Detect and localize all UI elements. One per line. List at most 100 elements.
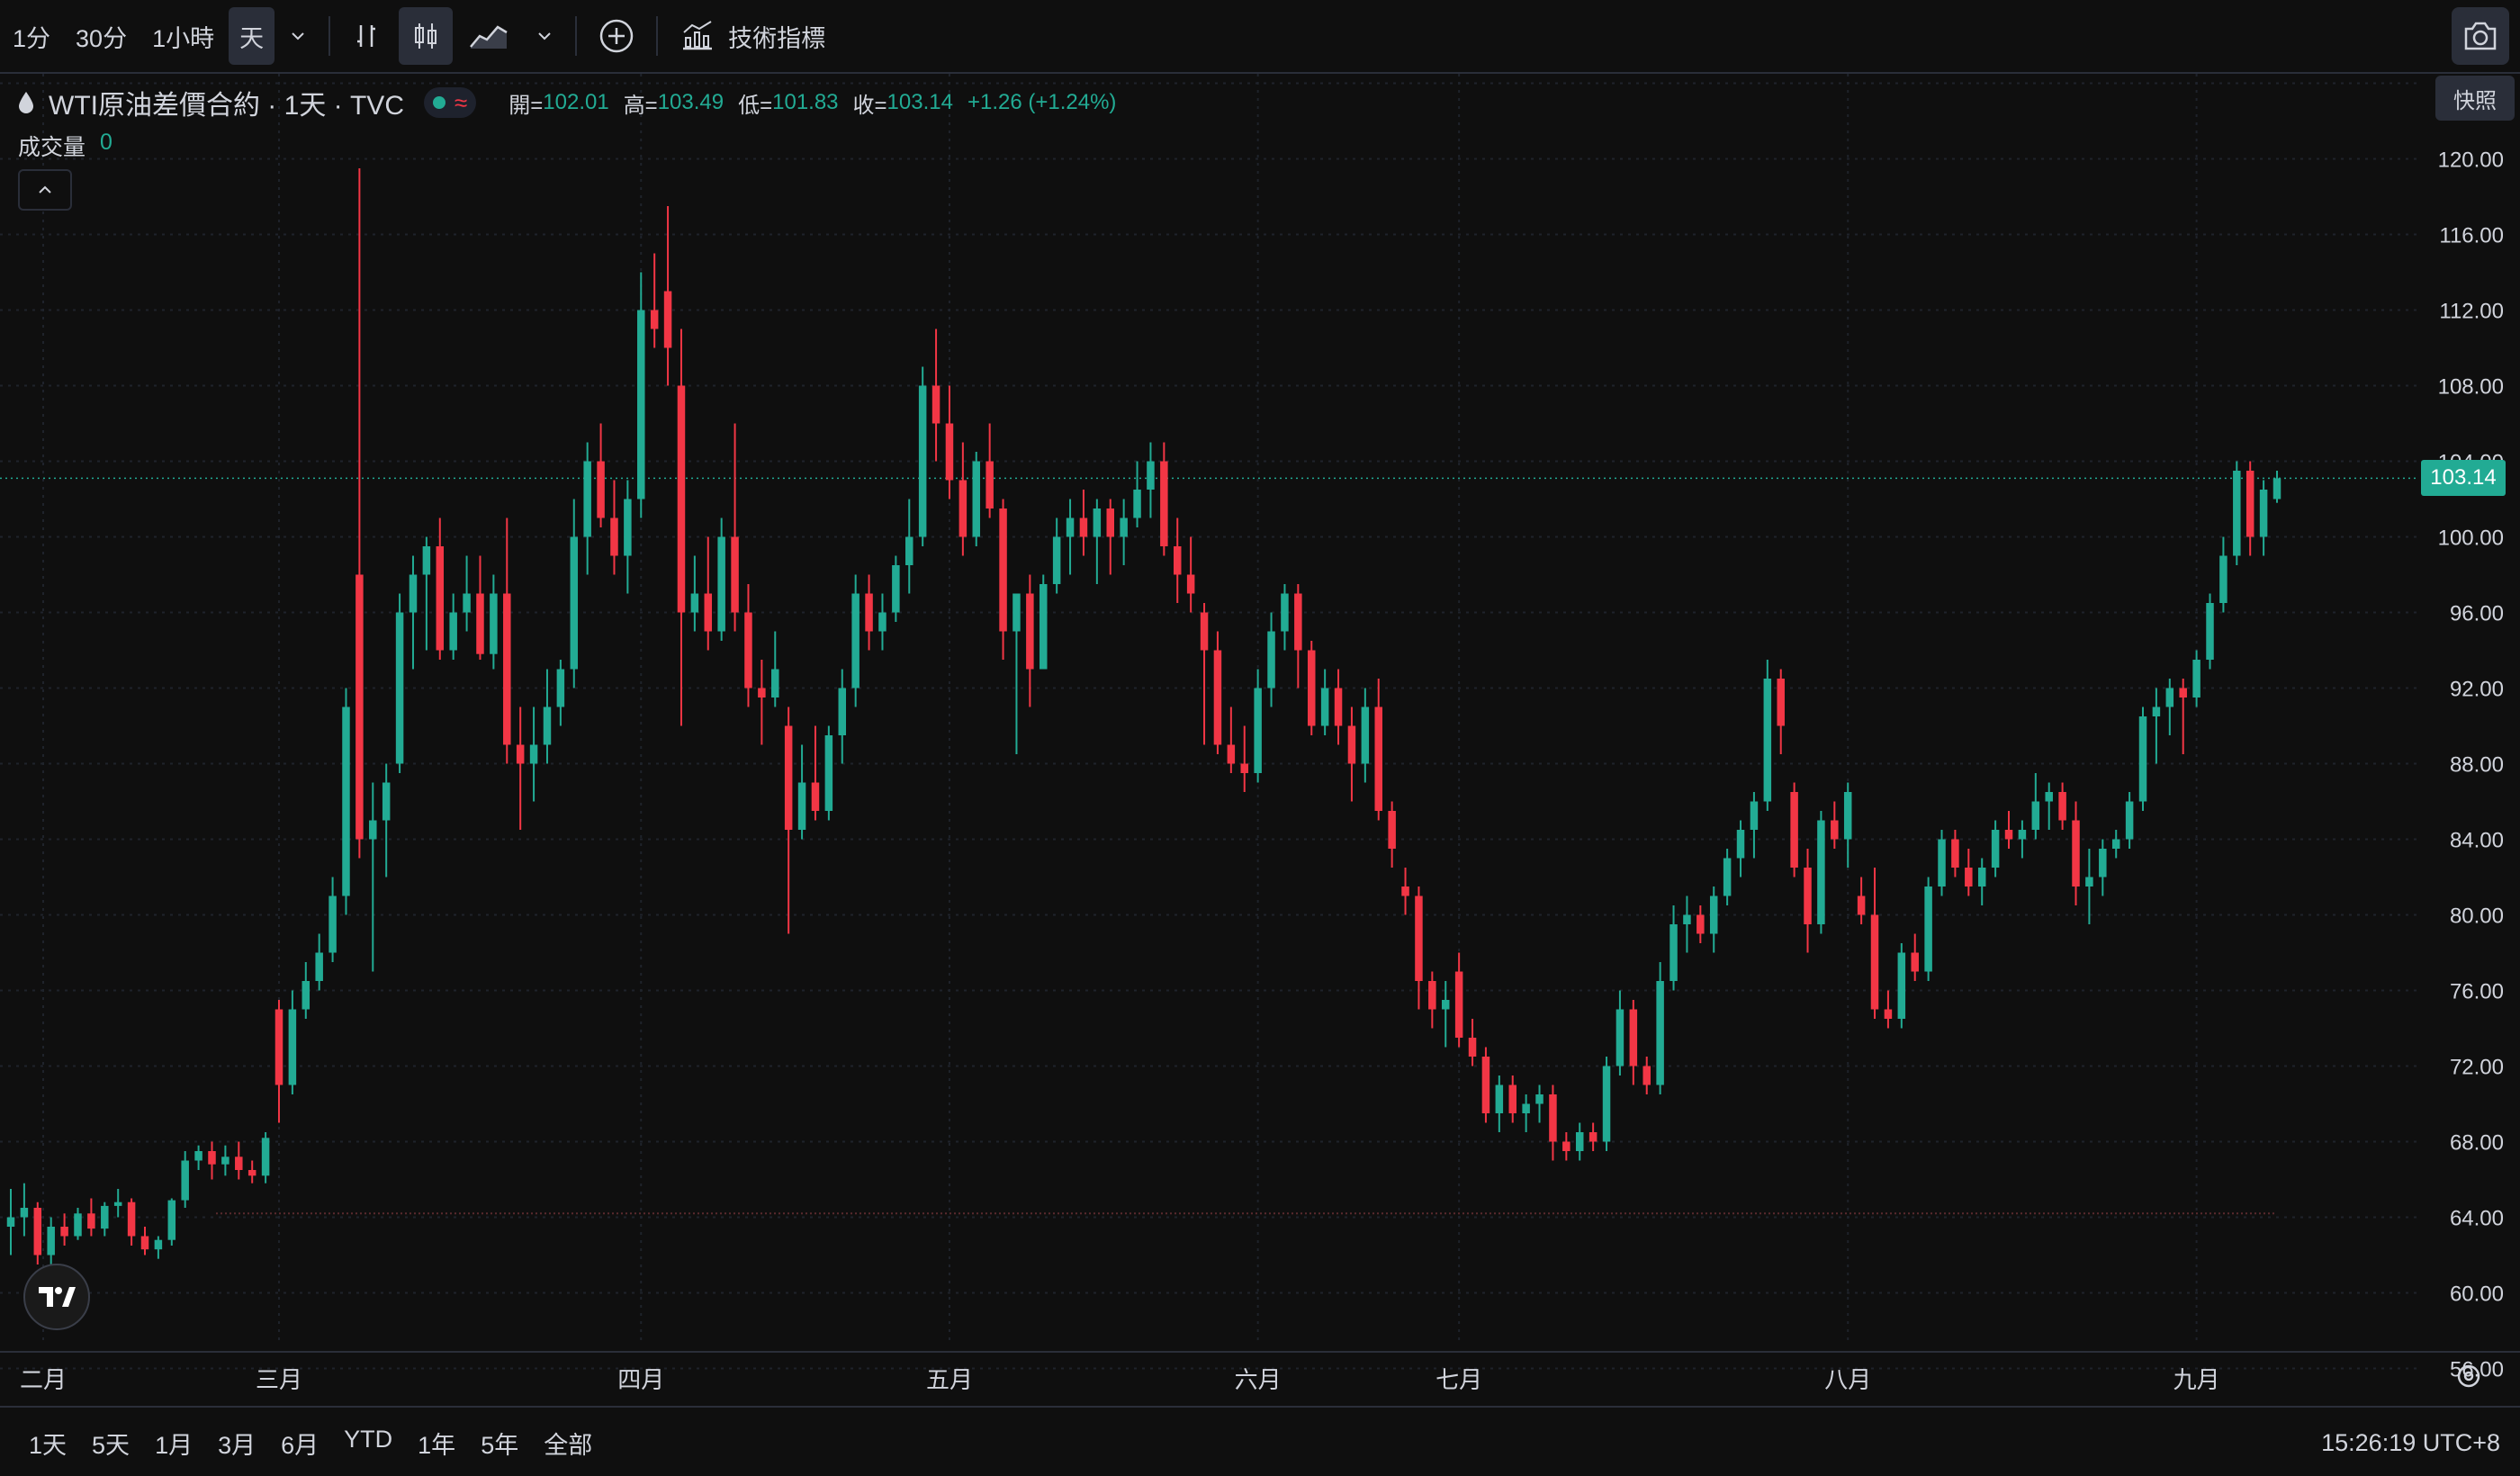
candle <box>2138 706 2147 811</box>
candle <box>2099 839 2107 896</box>
range-1m-button[interactable]: 1月 <box>146 1426 202 1461</box>
candle <box>1468 1019 1477 1066</box>
candle-body <box>1334 688 1343 726</box>
candle <box>1508 1076 1516 1123</box>
candle-body <box>1870 914 1879 1010</box>
candle-body <box>2179 688 2187 698</box>
candle <box>194 1145 202 1170</box>
candle <box>2152 688 2161 764</box>
range-5d-button[interactable]: 5天 <box>83 1426 139 1461</box>
bar-style-button[interactable] <box>341 7 395 65</box>
candle-body <box>315 952 323 981</box>
chevron-up-icon <box>39 185 51 194</box>
candle <box>33 1202 42 1264</box>
area-style-button[interactable] <box>456 7 521 65</box>
candle <box>892 555 900 622</box>
candle <box>1213 631 1222 754</box>
candle-body <box>1106 508 1115 537</box>
candle-body <box>2165 688 2174 707</box>
candle <box>20 1183 29 1237</box>
candle-body <box>409 574 418 613</box>
candle-body <box>758 688 766 698</box>
candle-body <box>958 480 968 537</box>
candle <box>543 669 552 764</box>
candle <box>1401 868 1409 915</box>
candle-body <box>342 706 350 896</box>
interval-dropdown-button[interactable] <box>278 7 318 65</box>
range-all-button[interactable]: 全部 <box>535 1426 601 1461</box>
candle-body <box>2272 478 2282 500</box>
candle <box>356 168 364 859</box>
candle <box>1227 706 1236 773</box>
candle <box>181 1151 189 1208</box>
candle <box>2125 792 2134 849</box>
candle <box>986 423 994 518</box>
candle-body <box>47 1227 55 1256</box>
price-chart[interactable]: 56.0060.0064.0068.0072.0076.0080.0084.00… <box>0 74 2520 1397</box>
candle <box>1951 830 1959 878</box>
candle <box>811 725 820 821</box>
delayed-data-icon: ≈ <box>454 89 468 116</box>
interval-30m-button[interactable]: 30分 <box>65 7 138 65</box>
camera-icon <box>2464 22 2497 50</box>
candle <box>1857 877 1866 924</box>
range-1d-button[interactable]: 1天 <box>20 1426 76 1461</box>
compare-symbol-button[interactable] <box>588 7 645 65</box>
time-axis-label: 九月 <box>2174 1366 2220 1393</box>
candle-style-button[interactable] <box>399 7 454 65</box>
chart-type-dropdown-button[interactable] <box>525 7 564 65</box>
candle <box>958 442 968 556</box>
candle <box>235 1141 243 1180</box>
candle <box>731 423 739 632</box>
range-5y-button[interactable]: 5年 <box>472 1426 527 1461</box>
interval-1d-button[interactable]: 天 <box>229 7 275 65</box>
settings-gear-icon[interactable] <box>2453 1361 2484 1391</box>
candle <box>529 706 538 802</box>
candle-body <box>2246 471 2254 537</box>
candle <box>663 206 672 386</box>
candle-body <box>986 461 994 508</box>
candle-body <box>1361 706 1370 764</box>
snapshot-button[interactable] <box>2452 7 2509 65</box>
tradingview-logo[interactable] <box>23 1264 90 1330</box>
candle-body <box>288 1009 297 1085</box>
candle-body <box>1696 914 1705 934</box>
chart-area[interactable]: 56.00 60.00 64.00 68.00 72.00 76.00 80.00 84.00… <box>0 74 2520 1397</box>
indicators-button[interactable]: 技術指標 <box>669 7 836 65</box>
volume-value: 0 <box>100 130 112 155</box>
candle-body <box>2152 706 2161 716</box>
candle-body <box>1374 706 1382 811</box>
candle <box>2111 830 2120 859</box>
candle <box>932 328 940 462</box>
candle <box>315 933 323 991</box>
interval-1m-button[interactable]: 1分 <box>2 7 61 65</box>
candle <box>878 593 886 651</box>
collapse-legend-button[interactable] <box>18 169 72 211</box>
market-status-pill[interactable]: ≈ <box>423 87 477 118</box>
candle-body <box>1415 896 1423 981</box>
candle <box>1870 868 1879 1019</box>
symbol-title[interactable]: WTI原油差價合約 · 1天 · TVC <box>49 83 404 122</box>
range-1y-button[interactable]: 1年 <box>409 1426 464 1461</box>
candle <box>74 1208 82 1240</box>
clock-timezone[interactable]: 15:26:19 UTC+8 <box>2321 1408 2500 1476</box>
candle <box>2058 782 2066 830</box>
candle-body <box>918 385 927 537</box>
candle <box>1347 706 1356 802</box>
symbol-legend: WTI原油差價合約 · 1天 · TVC ≈ 開= 102.01 高= 103.… <box>16 83 1116 122</box>
candle <box>1173 518 1182 603</box>
candle-body <box>476 593 484 654</box>
candle <box>101 1202 109 1237</box>
interval-1h-button[interactable]: 1小時 <box>141 7 225 65</box>
range-3m-button[interactable]: 3月 <box>209 1426 265 1461</box>
candle-body <box>1804 868 1812 924</box>
time-axis-label: 八月 <box>1824 1366 1871 1393</box>
candle <box>248 1160 256 1184</box>
range-ytd-button[interactable]: YTD <box>335 1426 401 1461</box>
candle <box>2031 773 2040 840</box>
candle <box>1388 801 1396 868</box>
candle-body <box>1481 1057 1490 1113</box>
candle-body <box>1884 1009 1893 1019</box>
candle <box>1562 1132 1570 1161</box>
range-6m-button[interactable]: 6月 <box>272 1426 328 1461</box>
